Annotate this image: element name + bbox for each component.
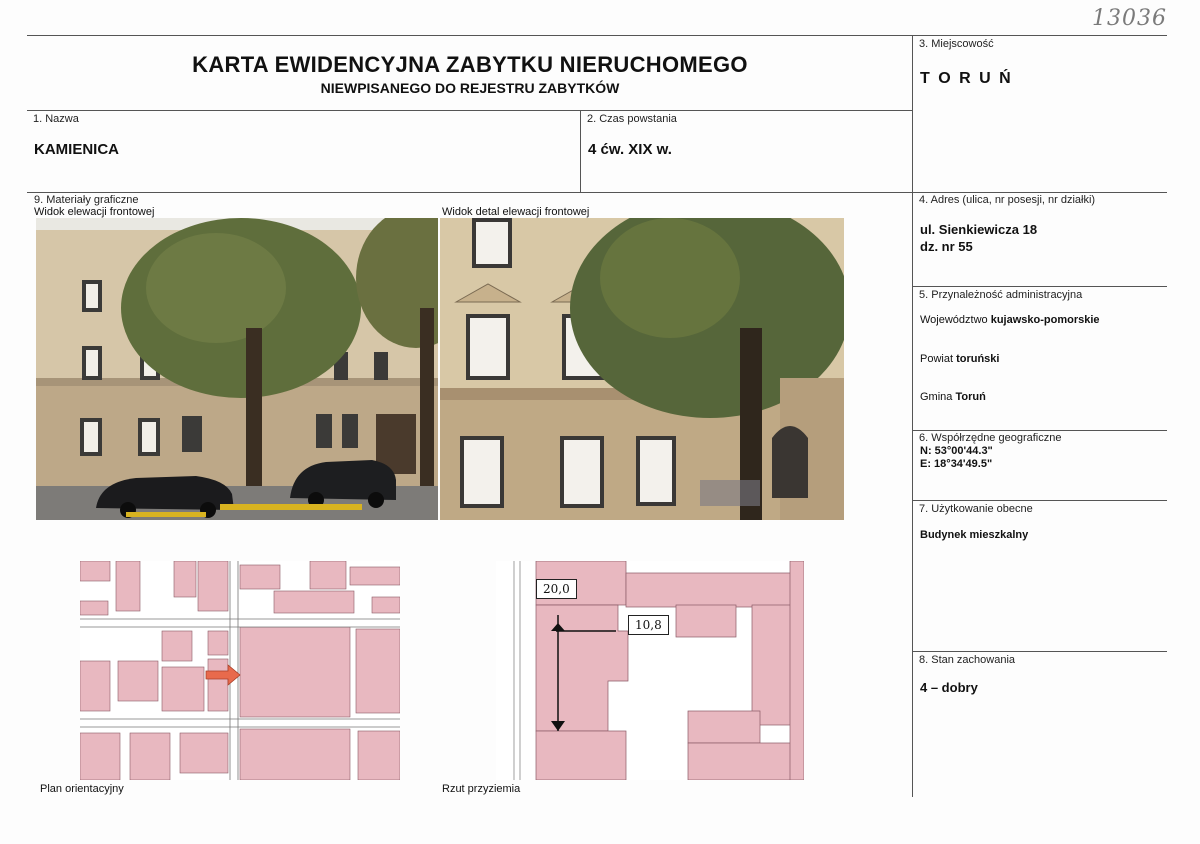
graphics-label: 9. Materiały graficzne (34, 194, 139, 206)
address-plot: dz. nr 55 (920, 239, 973, 254)
period-value: 4 ćw. XIX w. (588, 141, 672, 158)
name-period-divider (580, 110, 581, 192)
photo1-caption: Widok elewacji frontowej (34, 206, 155, 218)
facade-detail-photo (440, 218, 844, 520)
county-value: toruński (956, 353, 1000, 365)
county-prefix: Powiat (920, 353, 957, 365)
commune: Gmina Toruń (920, 391, 986, 403)
right-column-divider (912, 35, 913, 797)
condition-label: 8. Stan zachowania (919, 654, 1016, 666)
usage-divider (912, 500, 1167, 501)
facade-photo (36, 218, 438, 520)
geo-east: E: 18°34'49.5" (920, 458, 993, 470)
commune-value: Toruń (955, 391, 986, 403)
plan-caption: Rzut przyziemia (442, 783, 521, 795)
geo-divider (912, 430, 1167, 431)
locality-label: 3. Miejscowość (919, 38, 994, 50)
map-caption: Plan orientacyjny (40, 783, 124, 795)
graphics-divider (27, 192, 1167, 193)
geo-label: 6. Współrzędne geograficzne (919, 432, 1062, 444)
header-divider (27, 110, 912, 111)
plan-width-dimension: 20,0 (536, 579, 577, 599)
name-label: 1. Nazwa (33, 113, 79, 125)
condition-value: 4 – dobry (920, 680, 978, 695)
usage-value: Budynek mieszkalny (920, 529, 1029, 541)
location-map (80, 561, 400, 780)
condition-divider (912, 651, 1167, 652)
period-label: 2. Czas powstania (587, 113, 677, 125)
page-title: KARTA EWIDENCYJNA ZABYTKU NIERUCHOMEGO (192, 52, 748, 77)
top-border (27, 35, 1167, 36)
admin-label: 5. Przynależność administracyjna (919, 289, 1083, 301)
address-street: ul. Sienkiewicza 18 (920, 222, 1038, 237)
page-subtitle: NIEWPISANEGO DO REJESTRU ZABYTKÓW (320, 80, 620, 96)
locality-value: T O R U Ń (920, 70, 1013, 87)
usage-label: 7. Użytkowanie obecne (919, 503, 1033, 515)
voivodeship: Województwo kujawsko-pomorskie (920, 314, 1100, 326)
address-label: 4. Adres (ulica, nr posesji, nr działki) (919, 194, 1096, 206)
plan-depth-dimension: 10,8 (628, 615, 669, 635)
photo2-caption: Widok detal elewacji frontowej (442, 206, 590, 218)
county: Powiat toruński (920, 353, 999, 365)
name-value: KAMIENICA (34, 141, 119, 158)
voivodeship-value: kujawsko-pomorskie (990, 314, 1100, 326)
handwritten-number: 13036 (1092, 6, 1167, 31)
geo-north: N: 53°00'44.3" (920, 445, 993, 457)
commune-prefix: Gmina (920, 391, 956, 403)
voivodeship-prefix: Województwo (920, 314, 991, 326)
admin-divider (912, 286, 1167, 287)
